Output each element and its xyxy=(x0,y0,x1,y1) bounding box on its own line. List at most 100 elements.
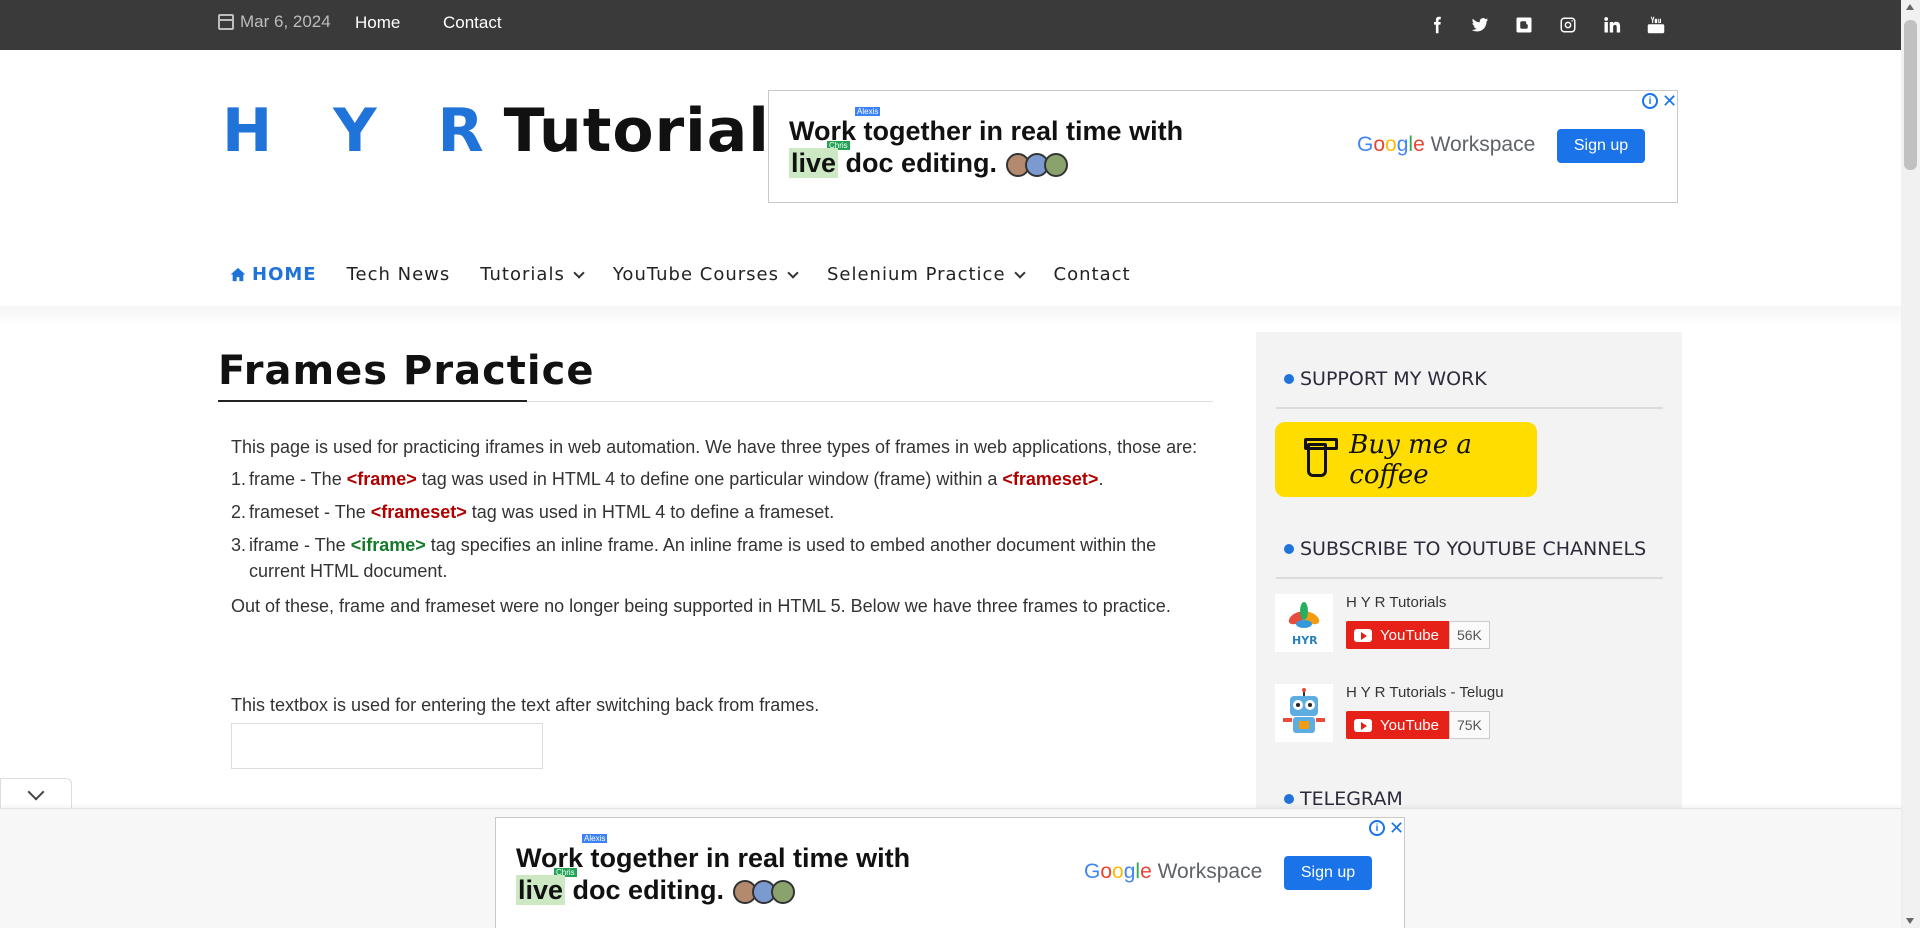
intro-paragraph: This page is used for practicing iframes… xyxy=(231,437,1198,457)
linkedin-icon[interactable] xyxy=(1601,14,1623,36)
ad-signup-button[interactable]: Sign up xyxy=(1557,129,1645,163)
ad-headline-rest1: together in real time with xyxy=(856,116,1184,146)
ad-headline-rest2: doc editing. xyxy=(838,148,998,178)
page-scrollbar[interactable] xyxy=(1901,0,1920,928)
collapse-ad-button[interactable] xyxy=(0,778,72,810)
ad-close-icon[interactable]: ✕ xyxy=(1662,91,1677,112)
nav-youtube-courses[interactable]: YouTube Courses xyxy=(612,264,799,285)
youtube-subscribe-button[interactable]: YouTube xyxy=(1346,711,1449,739)
buy-me-a-coffee-button[interactable]: Buy me a coffee xyxy=(1275,422,1537,497)
top-link-contact[interactable]: Contact xyxy=(443,13,502,33)
nav-youtube-courses-label: YouTube Courses xyxy=(612,264,779,285)
page-title: Frames Practice xyxy=(218,348,595,394)
ad-info-icon[interactable]: i xyxy=(1642,93,1658,109)
ad-headline: Work together in real time with live doc… xyxy=(789,115,1183,179)
facebook-icon[interactable] xyxy=(1426,14,1448,36)
ad-brand: Workspace xyxy=(1430,133,1536,156)
channel-name[interactable]: H Y R Tutorials - Telugu xyxy=(1346,684,1504,701)
sidebar-divider xyxy=(1276,407,1663,409)
bullet-icon xyxy=(1284,544,1294,554)
youtube-play-icon xyxy=(1354,718,1372,732)
date-text: Mar 6, 2024 xyxy=(240,12,331,31)
top-link-home[interactable]: Home xyxy=(355,13,400,33)
chevron-down-icon xyxy=(27,783,45,800)
code-tag-frameset: <frameset> xyxy=(1002,469,1099,489)
site-logo[interactable]: H Y RTutorials xyxy=(222,96,807,166)
scroll-up-icon[interactable] xyxy=(1906,4,1914,10)
channel-row: H Y R Tutorials - Telugu YouTube 75K xyxy=(1275,684,1504,742)
telegram-heading: TELEGRAM xyxy=(1284,788,1403,810)
nav-home-label: HOME xyxy=(252,264,317,285)
bottom-ad-banner[interactable]: Alexis Chris Work together in real time … xyxy=(495,817,1405,928)
ad-headline-work: Work xyxy=(789,116,857,146)
hyr-channel-avatar[interactable]: HYR xyxy=(1275,594,1333,652)
nav-divider xyxy=(0,306,1901,326)
coffee-cup-icon xyxy=(1303,437,1339,477)
list-text: frameset - The xyxy=(249,502,371,522)
ad-avatars xyxy=(732,879,795,904)
list-item: 1. frame - The <frame> tag was used in H… xyxy=(231,466,1211,492)
list-text: tag was used in HTML 4 to define one par… xyxy=(416,469,1003,489)
ad-signup-button[interactable]: Sign up xyxy=(1284,856,1372,890)
article-content: This page is used for practicing iframes… xyxy=(231,432,1211,622)
nav-tutorials[interactable]: Tutorials xyxy=(480,264,585,285)
subscriber-count: 75K xyxy=(1448,711,1490,739)
nav-contact-label: Contact xyxy=(1053,264,1131,285)
youtube-button-label: YouTube xyxy=(1380,716,1439,734)
bullet-icon xyxy=(1284,794,1294,804)
bullet-icon xyxy=(1284,374,1294,384)
list-item: 3. iframe - The <iframe> tag specifies a… xyxy=(231,532,1211,584)
title-underline xyxy=(218,400,527,402)
youtube-subscribe-button[interactable]: YouTube xyxy=(1346,621,1449,649)
blogger-icon[interactable] xyxy=(1513,14,1535,36)
chevron-down-icon xyxy=(1013,266,1026,279)
ad-headline: Work together in real time with live doc… xyxy=(516,842,910,906)
code-tag-iframe: <iframe> xyxy=(350,535,426,555)
youtube-play-icon xyxy=(1354,628,1372,642)
subscribe-heading: SUBSCRIBE TO YOUTUBE CHANNELS xyxy=(1284,538,1646,560)
support-heading-text: SUPPORT MY WORK xyxy=(1300,368,1487,390)
support-heading: SUPPORT MY WORK xyxy=(1284,368,1487,390)
ad-headline-live: live xyxy=(516,875,566,905)
list-number: 3. xyxy=(231,535,247,555)
nav-tech-news[interactable]: Tech News xyxy=(347,264,451,285)
name-textbox[interactable] xyxy=(231,723,543,769)
hyr-telugu-channel-avatar[interactable] xyxy=(1275,684,1333,742)
youtube-icon[interactable] xyxy=(1645,14,1667,36)
sidebar: SUPPORT MY WORK Buy me a coffee SUBSCRIB… xyxy=(1256,332,1682,812)
summary-paragraph: Out of these, frame and frameset were no… xyxy=(231,596,1171,616)
scrollbar-thumb[interactable] xyxy=(1904,20,1917,170)
code-tag-frame: <frame> xyxy=(346,469,417,489)
telegram-heading-text: TELEGRAM xyxy=(1300,788,1403,810)
channel-name[interactable]: H Y R Tutorials xyxy=(1346,594,1490,611)
instagram-icon[interactable] xyxy=(1557,14,1579,36)
logo-hyr: H Y R xyxy=(222,96,504,166)
nav-home[interactable]: HOME xyxy=(230,264,317,285)
ad-headline-rest1: together in real time with xyxy=(583,843,911,873)
nav-selenium-practice[interactable]: Selenium Practice xyxy=(827,264,1026,285)
calendar-icon xyxy=(218,14,234,30)
bottom-ad-bar: Alexis Chris Work together in real time … xyxy=(0,808,1901,928)
chevron-down-icon xyxy=(787,266,799,279)
twitter-icon[interactable] xyxy=(1469,14,1491,36)
code-tag-frameset: <frameset> xyxy=(370,502,467,522)
list-number: 2. xyxy=(231,502,247,522)
scroll-down-icon[interactable] xyxy=(1906,918,1914,924)
ad-headline-live: live xyxy=(789,148,839,178)
ad-brand: Workspace xyxy=(1157,860,1263,883)
home-icon xyxy=(230,267,246,282)
ad-info-icon[interactable]: i xyxy=(1369,820,1385,836)
youtube-button-label: YouTube xyxy=(1380,626,1439,644)
buy-me-a-coffee-label: Buy me a coffee xyxy=(1349,429,1472,490)
top-ad-banner[interactable]: Alexis Chris Work together in real time … xyxy=(768,90,1678,203)
list-text: frame - The xyxy=(249,469,347,489)
ad-headline-rest2: doc editing. xyxy=(565,875,725,905)
chevron-down-icon xyxy=(573,266,585,279)
svg-text:HYR: HYR xyxy=(1292,634,1318,647)
nav-tutorials-label: Tutorials xyxy=(480,264,565,285)
subscriber-count: 56K xyxy=(1448,621,1490,649)
sidebar-divider xyxy=(1276,577,1663,579)
nav-contact[interactable]: Contact xyxy=(1054,264,1131,285)
ad-avatars xyxy=(1005,152,1068,177)
ad-close-icon[interactable]: ✕ xyxy=(1389,818,1404,839)
